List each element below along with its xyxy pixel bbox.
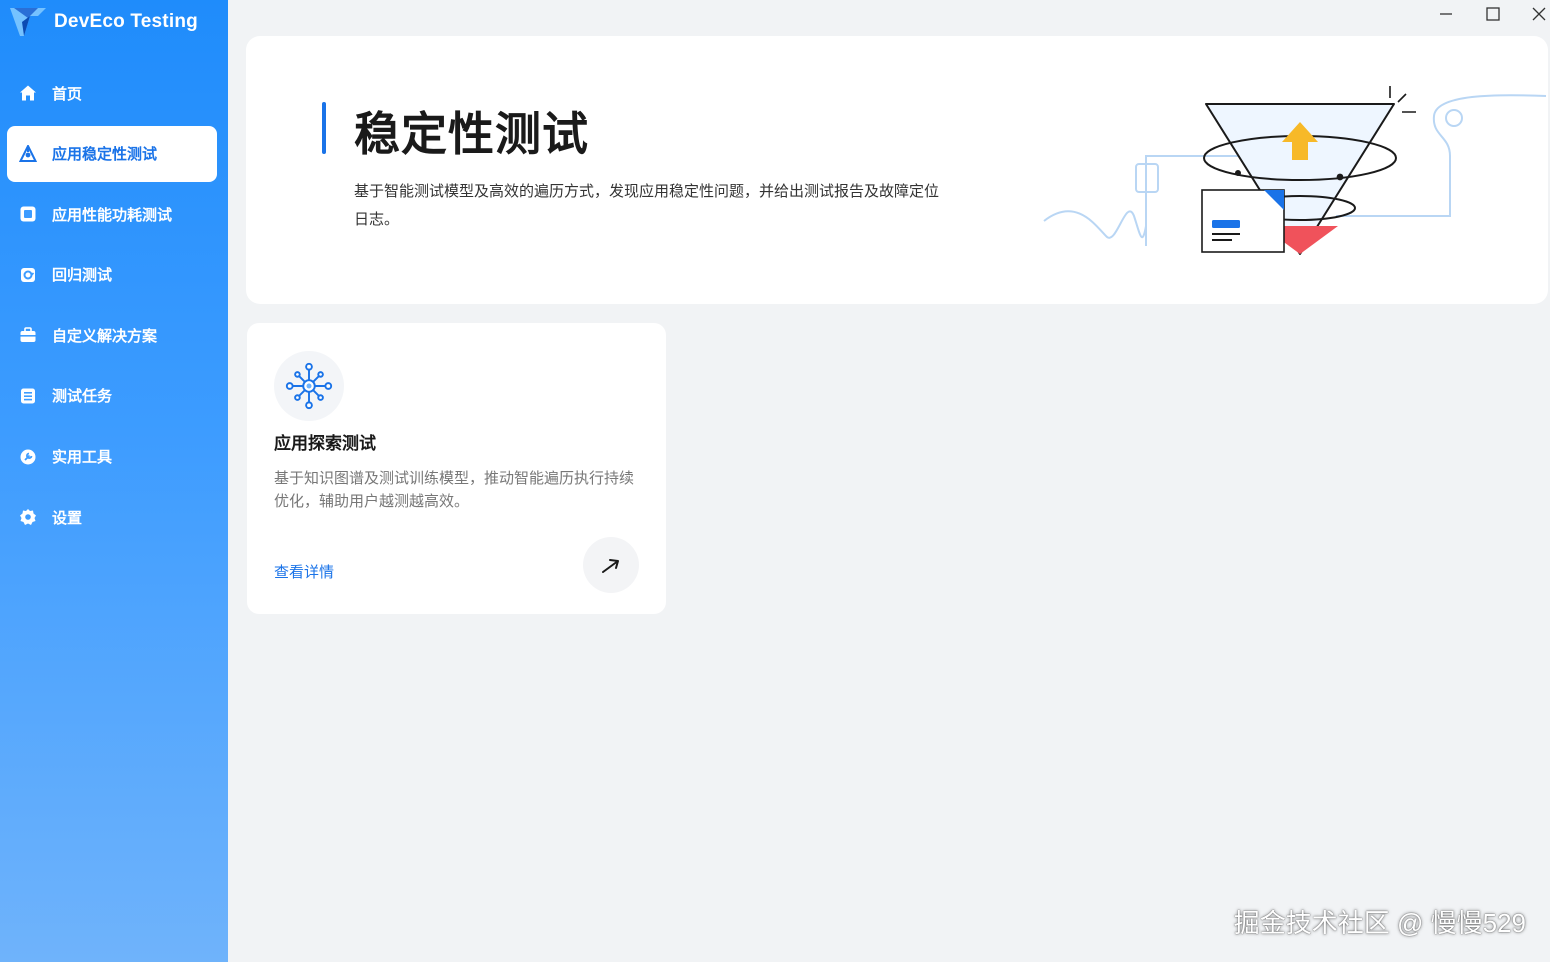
page-description: 基于智能测试模型及高效的遍历方式，发现应用稳定性问题，并给出测试报告及故障定位日… [354, 183, 940, 228]
sidebar-item-stability[interactable]: 应用稳定性测试 [7, 125, 217, 182]
view-details-link[interactable]: 查看详情 [274, 561, 334, 582]
sidebar-item-settings[interactable]: 设置 [7, 489, 217, 545]
funnel-illustration-icon [1043, 86, 1547, 255]
sidebar-item-label: 测试任务 [52, 388, 113, 406]
sidebar-item-label: 实用工具 [52, 449, 113, 467]
open-card-button[interactable] [583, 537, 639, 593]
stability-banner: 稳定性测试 基于智能测试模型及高效的遍历方式，发现应用稳定性问题，并给出测试报告… [246, 36, 1548, 304]
sidebar-item-label: 应用性能功耗测试 [52, 206, 173, 224]
regression-icon [18, 265, 38, 285]
sidebar-item-regression[interactable]: 回归测试 [7, 247, 217, 303]
sidebar-item-utilities[interactable]: 实用工具 [7, 429, 217, 485]
card-title: 应用探索测试 [274, 434, 376, 453]
arrow-up-right-icon [602, 559, 619, 573]
card-description: 基于知识图谱及测试训练模型，推动智能遍历执行持续优化，辅助用户越测越高效。 [274, 470, 635, 510]
feature-card[interactable]: 应用探索测试 基于知识图谱及测试训练模型，推动智能遍历执行持续优化，辅助用户越测… [247, 323, 666, 614]
close-button[interactable] [1524, 2, 1550, 26]
sidebar-item-label: 首页 [52, 85, 83, 103]
sidebar-item-performance[interactable]: 应用性能功耗测试 [7, 186, 217, 242]
performance-icon [18, 204, 38, 224]
network-node-icon [274, 351, 344, 421]
deveco-logo-icon [10, 8, 46, 36]
toolbox-icon [18, 325, 38, 345]
sidebar-item-test-tasks[interactable]: 测试任务 [7, 368, 217, 424]
app-name: DevEco Testing [54, 11, 198, 32]
wrench-icon [18, 447, 38, 467]
brand: DevEco Testing [8, 4, 198, 40]
maximize-button[interactable] [1478, 2, 1508, 26]
sidebar-item-label: 回归测试 [52, 267, 113, 285]
page-title: 稳定性测试 [354, 108, 589, 160]
maximize-icon [1486, 7, 1500, 21]
close-icon [1532, 7, 1546, 21]
minimize-icon [1440, 13, 1452, 15]
sidebar-nav: 首页 应用稳定性测试 应用性能功耗测试 回归测试 自定义解决方案 测试任务 实用… [7, 65, 217, 550]
home-icon [18, 83, 38, 103]
gear-icon [18, 507, 38, 527]
stability-icon [18, 144, 38, 164]
title-accent-bar [322, 102, 326, 154]
sidebar-item-custom-solution[interactable]: 自定义解决方案 [7, 307, 217, 363]
sidebar: DevEco Testing 首页 应用稳定性测试 应用性能功耗测试 回归测试 [0, 0, 228, 962]
sidebar-item-label: 自定义解决方案 [52, 327, 158, 345]
task-list-icon [18, 386, 38, 406]
watermark: 掘金技术社区 @ 慢慢529 [1233, 908, 1526, 938]
sidebar-item-label: 设置 [52, 509, 83, 527]
sidebar-item-home[interactable]: 首页 [7, 65, 217, 121]
minimize-button[interactable] [1431, 2, 1461, 26]
sidebar-item-label: 应用稳定性测试 [52, 146, 158, 164]
